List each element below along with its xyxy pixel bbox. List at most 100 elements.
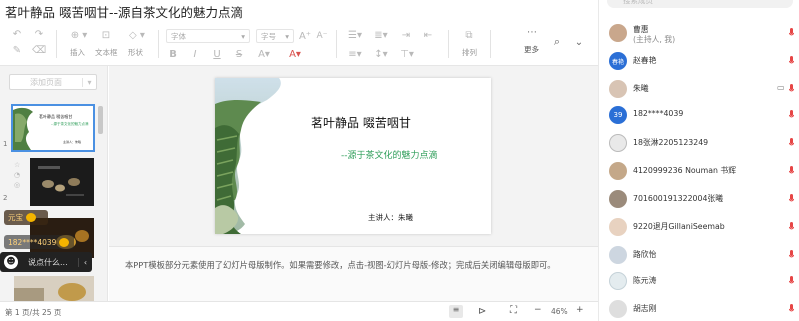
align-icon[interactable]: ≡▾ xyxy=(346,48,364,60)
font-color-icon[interactable]: A▾ xyxy=(286,48,304,60)
decrease-font-icon[interactable]: A⁻ xyxy=(316,29,328,43)
mic-muted-icon[interactable] xyxy=(789,166,794,176)
notes-toggle-icon[interactable]: ≡ xyxy=(449,305,463,318)
textbox-icon[interactable]: ⊡ xyxy=(99,28,113,42)
slide-subtitle: --源于茶文化的魅力点滴 xyxy=(341,151,438,161)
slide-2-icons: ☆ ◔ ◎ xyxy=(14,161,21,189)
mic-muted-icon[interactable] xyxy=(789,84,794,94)
member-item[interactable]: 18张淋2205123249 xyxy=(599,130,799,156)
slide-presenter: 主讲人：朱曦 xyxy=(368,213,413,222)
app-window: 茗叶静品 啜苦咽甘--源自茶文化的魅力点滴 ↶ ↷ ✎ ⌫ ⊕ ▾ 插入 ⊡ 文… xyxy=(0,0,799,321)
speaker-notes-text: 本PPT模板部分元素使用了幻灯片母版制作。如果需要修改，点击-视图-幻灯片母版-… xyxy=(125,260,556,270)
member-item[interactable]: 陈元涛 xyxy=(599,268,799,294)
members-panel: 搜索成员 曹惠 (主持人, 我) 春艳 赵春艳 朱曦 ▭ 39 182****4… xyxy=(598,0,799,321)
mic-muted-icon[interactable] xyxy=(789,110,794,120)
emoji-icon[interactable]: ☻ xyxy=(4,255,18,269)
mic-muted-icon[interactable] xyxy=(789,194,794,204)
member-item[interactable]: 曹惠 (主持人, 我) xyxy=(599,20,799,48)
arrange-label: 排列 xyxy=(462,48,477,57)
thumbnail-scrollbar[interactable] xyxy=(98,106,103,134)
current-slide[interactable]: 茗叶静品 啜苦咽甘 --源于茶文化的魅力点滴 主讲人：朱曦 xyxy=(215,78,491,234)
numbered-list-icon[interactable]: ≣▾ xyxy=(372,29,390,41)
shape-label: 形状 xyxy=(128,48,143,57)
insert-label: 插入 xyxy=(70,48,85,57)
more-icon[interactable]: ⋯ xyxy=(522,26,542,38)
zoom-in-icon[interactable]: + xyxy=(576,305,584,315)
underline-icon[interactable]: U xyxy=(212,48,222,60)
search-icon[interactable]: ⌕ xyxy=(550,35,564,49)
mic-muted-icon[interactable] xyxy=(789,138,794,148)
avatar xyxy=(609,24,627,42)
text-effect-icon[interactable]: A▾ xyxy=(256,48,272,60)
chat-input-bar[interactable]: ☻ 说点什么... ‹ xyxy=(0,252,92,272)
chevron-left-icon[interactable]: ‹ xyxy=(78,257,92,267)
mic-muted-icon[interactable] xyxy=(789,28,794,38)
undo-icon[interactable]: ↶ xyxy=(10,28,24,40)
avatar: 39 xyxy=(609,106,627,124)
line-spacing-icon[interactable]: ↕▾ xyxy=(372,48,390,60)
more-label: 更多 xyxy=(524,45,539,54)
bullet-list-icon[interactable]: ☰▾ xyxy=(346,29,364,41)
member-name: 182****4039 xyxy=(633,109,684,118)
gold-ingot-icon xyxy=(26,213,36,222)
play-icon[interactable]: ⊳ xyxy=(478,306,486,317)
clear-format-icon[interactable]: ⌫ xyxy=(32,44,46,56)
avatar xyxy=(609,134,627,152)
member-item[interactable]: 朱曦 ▭ xyxy=(599,76,799,102)
mic-muted-icon[interactable] xyxy=(789,276,794,286)
member-search-input[interactable]: 搜索成员 xyxy=(607,0,793,8)
status-bar: 第 1 页/共 25 页 ≡ ⊳ ⛶ − 46% + xyxy=(0,301,598,321)
member-name: 18张淋2205123249 xyxy=(633,138,709,147)
fit-screen-icon[interactable]: ⛶ xyxy=(510,305,517,316)
avatar: 春艳 xyxy=(609,52,627,70)
member-name: 胡志刚 xyxy=(633,304,657,313)
avatar xyxy=(609,300,627,318)
add-slide-button[interactable]: 添加页面 ▾ xyxy=(9,74,97,90)
redo-icon[interactable]: ↷ xyxy=(32,28,46,40)
chat-input-placeholder: 说点什么... xyxy=(28,257,68,267)
collapse-toolbar-icon[interactable]: ⌄ xyxy=(572,35,586,49)
shape-icon[interactable]: ◇ ▾ xyxy=(126,28,148,42)
member-name: 701600191322004张曦 xyxy=(633,194,724,203)
member-item[interactable]: 39 182****4039 xyxy=(599,102,799,128)
member-name: 4120999236 Nouman 书辉 xyxy=(633,166,737,175)
slide-thumbnail-4[interactable] xyxy=(14,276,94,301)
mic-muted-icon[interactable] xyxy=(789,304,794,314)
mic-muted-icon[interactable] xyxy=(789,56,794,66)
member-item[interactable]: 9220退月GillaniSeemab xyxy=(599,214,799,240)
speaker-notes[interactable]: 本PPT模板部分元素使用了幻灯片母版制作。如果需要修改，点击-视图-幻灯片母版-… xyxy=(109,246,598,301)
mic-muted-icon[interactable] xyxy=(789,250,794,260)
indent-icon[interactable]: ⇥ xyxy=(398,29,414,41)
font-family-select[interactable]: 字体 ▾ xyxy=(166,29,250,43)
increase-font-icon[interactable]: A⁺ xyxy=(299,29,311,43)
format-painter-icon[interactable]: ✎ xyxy=(10,44,24,56)
member-name: 赵春艳 xyxy=(633,56,657,65)
gift-notification: 182****4039 xyxy=(4,235,74,249)
toolbar: ↶ ↷ ✎ ⌫ ⊕ ▾ 插入 ⊡ 文本框 ◇ ▾ 形状 字体 ▾ 字号 ▾ A⁺ A… xyxy=(0,22,598,66)
slide-number: 1 xyxy=(3,140,8,148)
zoom-out-icon[interactable]: − xyxy=(534,305,542,315)
member-item[interactable]: 春艳 赵春艳 xyxy=(599,48,799,74)
outdent-icon[interactable]: ⇤ xyxy=(420,29,436,41)
reward-overlay[interactable]: 元宝 xyxy=(4,210,48,225)
italic-icon[interactable]: I xyxy=(190,48,200,60)
mic-muted-icon[interactable] xyxy=(789,222,794,232)
insert-button[interactable]: ⊕ ▾ xyxy=(66,28,92,42)
document-title: 茗叶静品 啜苦咽甘--源自茶文化的魅力点滴 xyxy=(5,5,243,20)
slide-thumbnail-1[interactable]: 茗叶静品 啜苦咽甘 --源于茶文化的魅力点滴 主讲人：朱曦 xyxy=(11,104,95,152)
slide-thumbnail-2[interactable] xyxy=(30,158,94,206)
gold-ingot-icon xyxy=(59,237,70,247)
font-size-select[interactable]: 字号 ▾ xyxy=(256,29,294,43)
screen-share-icon[interactable]: ▭ xyxy=(777,83,785,92)
member-item[interactable]: 路欣怡 xyxy=(599,242,799,268)
bold-icon[interactable]: B xyxy=(168,48,178,60)
arrange-icon[interactable]: ⧉ xyxy=(462,28,476,42)
ppt-editor: 茗叶静品 啜苦咽甘--源自茶文化的魅力点滴 ↶ ↷ ✎ ⌫ ⊕ ▾ 插入 ⊡ 文… xyxy=(0,0,598,321)
zoom-level: 46% xyxy=(551,307,568,316)
member-item[interactable]: 701600191322004张曦 xyxy=(599,186,799,212)
text-direction-icon[interactable]: ⊤▾ xyxy=(398,48,416,60)
member-item[interactable]: 4120999236 Nouman 书辉 xyxy=(599,158,799,184)
strikethrough-icon[interactable]: S xyxy=(234,48,244,60)
member-item[interactable]: 胡志刚 xyxy=(599,296,799,321)
member-name: 9220退月GillaniSeemab xyxy=(633,222,725,231)
